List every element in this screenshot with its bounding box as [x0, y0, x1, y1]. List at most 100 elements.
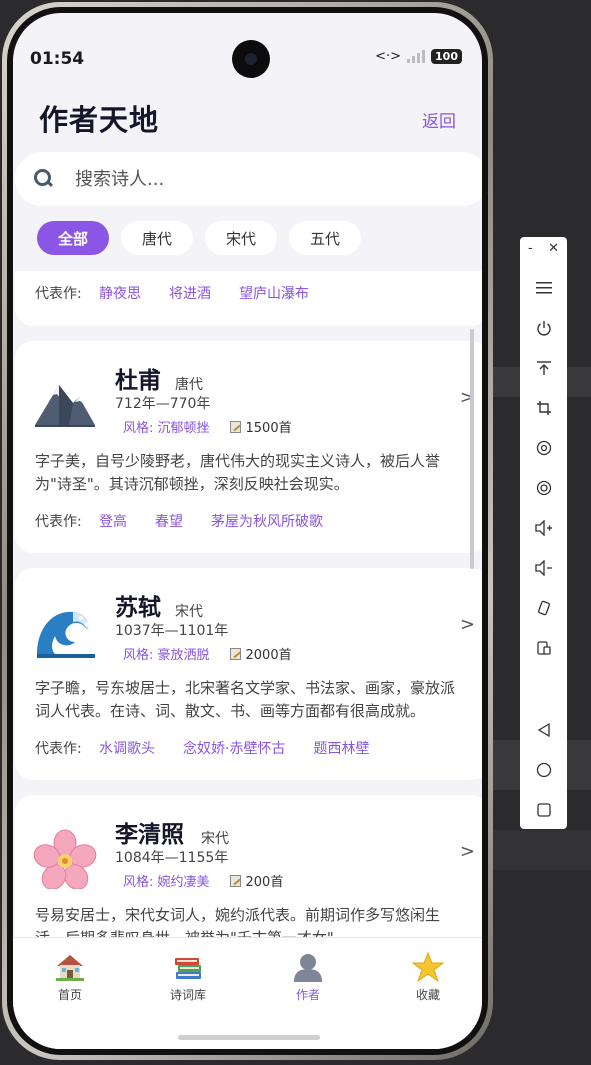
poet-card-su-shi[interactable]: 苏轼 宋代 1037年—1101年 风格: 豪放洒脱 2000首 > 字子瞻，号…	[15, 568, 482, 780]
chevron-right-icon[interactable]: >	[460, 841, 475, 862]
rotate-icon	[536, 440, 551, 456]
shake-icon	[537, 600, 550, 616]
data-transfer-icon: <·>	[375, 49, 402, 64]
list-scrollbar[interactable]	[470, 329, 474, 569]
poet-name: 杜甫	[115, 368, 161, 394]
nav-label: 首页	[57, 988, 82, 1002]
poet-years: 712年—770年	[115, 396, 211, 412]
search-input[interactable]	[75, 168, 435, 190]
shake-button[interactable]	[520, 593, 567, 623]
works-label: 代表作:	[35, 286, 82, 302]
close-icon[interactable]: ✕	[548, 241, 559, 256]
search-bar[interactable]	[15, 152, 482, 206]
screen-mirror-icon	[536, 641, 551, 655]
power-icon	[536, 321, 551, 336]
poet-card-li-qingzhao[interactable]: 李清照 宋代 1084年—1155年 风格: 婉约凄美 200首 > 号易安居士…	[15, 795, 482, 941]
work-link[interactable]: 题西林壁	[313, 738, 369, 758]
recents-square-icon	[536, 803, 551, 817]
work-link[interactable]: 水调歌头	[99, 738, 155, 758]
dynasty-filter: 全部 唐代 宋代 五代	[37, 221, 361, 255]
star-icon	[412, 952, 444, 982]
poet-card-partial[interactable]: 代表作: 静夜思 将进酒 望庐山瀑布	[15, 271, 482, 326]
memo-icon	[229, 874, 241, 887]
battery-icon: 100	[431, 49, 462, 64]
bottom-nav: 首页 诗词库 作者 收藏	[13, 937, 482, 1049]
works-label: 代表作:	[35, 741, 82, 757]
menu-icon	[535, 282, 552, 294]
filter-chip-five-dynasties[interactable]: 五代	[289, 221, 361, 255]
location-button[interactable]	[520, 473, 567, 503]
style-tag: 风格: 婉约凄美	[123, 875, 210, 890]
poet-name: 苏轼	[115, 595, 161, 621]
poet-meta: 风格: 婉约凄美 200首	[123, 871, 283, 890]
poet-list[interactable]: 代表作: 静夜思 将进酒 望庐山瀑布 杜甫 唐代 712年—770年 风格: 沉…	[13, 271, 482, 941]
poem-count: 1500首	[229, 417, 292, 436]
poem-count-value: 1500首	[245, 421, 292, 436]
back-triangle-icon	[537, 722, 550, 738]
back-button[interactable]: 返回	[422, 107, 456, 132]
phone-bezel: 01:54 <·> 100 作者天地 返回 全部 唐代 宋代 五代	[7, 7, 488, 1055]
pin-top-button[interactable]	[520, 353, 567, 383]
minimize-icon[interactable]: -	[528, 241, 533, 256]
pin-top-icon	[536, 361, 551, 375]
poet-name: 李清照	[115, 822, 184, 848]
filter-chip-all[interactable]: 全部	[37, 221, 109, 255]
home-indicator[interactable]	[178, 1035, 320, 1040]
back-nav-button[interactable]	[520, 715, 567, 745]
page-title: 作者天地	[39, 103, 160, 137]
work-link[interactable]: 登高	[99, 511, 127, 531]
home-circle-icon	[536, 762, 551, 778]
home-nav-button[interactable]	[520, 755, 567, 785]
volume-down-button[interactable]	[520, 553, 567, 583]
volume-down-icon	[534, 560, 552, 576]
poet-card-du-fu[interactable]: 杜甫 唐代 712年—770年 风格: 沉郁顿挫 1500首 > 字子美，自号少…	[15, 341, 482, 553]
menu-button[interactable]	[520, 273, 567, 303]
house-icon	[56, 955, 84, 981]
poem-count: 200首	[229, 871, 283, 890]
volume-up-button[interactable]	[520, 513, 567, 543]
nav-label: 作者	[295, 988, 320, 1002]
poem-count-value: 2000首	[245, 648, 292, 663]
mountain-icon	[35, 385, 95, 427]
nav-item-favorites[interactable]: 收藏	[378, 952, 478, 1003]
work-link[interactable]: 念奴娇·赤壁怀古	[183, 738, 285, 758]
phone-frame: 01:54 <·> 100 作者天地 返回 全部 唐代 宋代 五代	[2, 2, 493, 1060]
filter-chip-tang[interactable]: 唐代	[121, 221, 193, 255]
poet-years: 1084年—1155年	[115, 850, 229, 866]
power-button[interactable]	[520, 313, 567, 343]
work-link[interactable]: 望庐山瀑布	[239, 283, 309, 303]
user-silhouette-icon	[294, 954, 322, 982]
emulator-toolbar: - ✕	[520, 237, 567, 829]
work-link[interactable]: 静夜思	[99, 283, 141, 303]
front-camera	[232, 40, 270, 78]
works-row: 代表作: 静夜思 将进酒 望庐山瀑布	[35, 283, 337, 303]
poet-description: 字子瞻，号东坡居士，北宋著名文学家、书法家、画家，豪放派词人代表。在诗、词、散文…	[35, 679, 456, 720]
nav-item-home[interactable]: 首页	[20, 952, 120, 1003]
volume-up-icon	[534, 520, 552, 536]
rotate-button[interactable]	[520, 433, 567, 463]
poet-dynasty: 宋代	[175, 604, 203, 620]
chevron-right-icon[interactable]: >	[460, 614, 475, 635]
poet-years: 1037年—1101年	[115, 623, 229, 639]
wave-icon	[37, 611, 95, 658]
search-icon	[33, 168, 55, 190]
memo-icon	[229, 647, 241, 660]
poet-description: 字子美，自号少陵野老，唐代伟大的现实主义诗人，被后人誉为"诗圣"。其诗沉郁顿挫，…	[35, 452, 441, 493]
nav-item-poetry-library[interactable]: 诗词库	[138, 952, 238, 1003]
poet-meta: 风格: 沉郁顿挫 1500首	[123, 417, 292, 436]
nav-item-authors[interactable]: 作者	[258, 952, 358, 1003]
nav-label: 收藏	[415, 988, 440, 1002]
filter-chip-song[interactable]: 宋代	[205, 221, 277, 255]
crop-icon	[536, 401, 551, 415]
work-link[interactable]: 将进酒	[169, 283, 211, 303]
recents-nav-button[interactable]	[520, 795, 567, 825]
app-screen: 01:54 <·> 100 作者天地 返回 全部 唐代 宋代 五代	[13, 13, 482, 1049]
style-tag: 风格: 沉郁顿挫	[123, 421, 210, 436]
screen-mirror-button[interactable]	[520, 633, 567, 663]
work-link[interactable]: 春望	[155, 511, 183, 531]
signal-icon	[407, 50, 426, 63]
work-link[interactable]: 茅屋为秋风所破歌	[211, 511, 323, 531]
toolbar-window-controls: - ✕	[520, 241, 567, 256]
cherry-blossom-icon	[33, 829, 97, 889]
crop-button[interactable]	[520, 393, 567, 423]
